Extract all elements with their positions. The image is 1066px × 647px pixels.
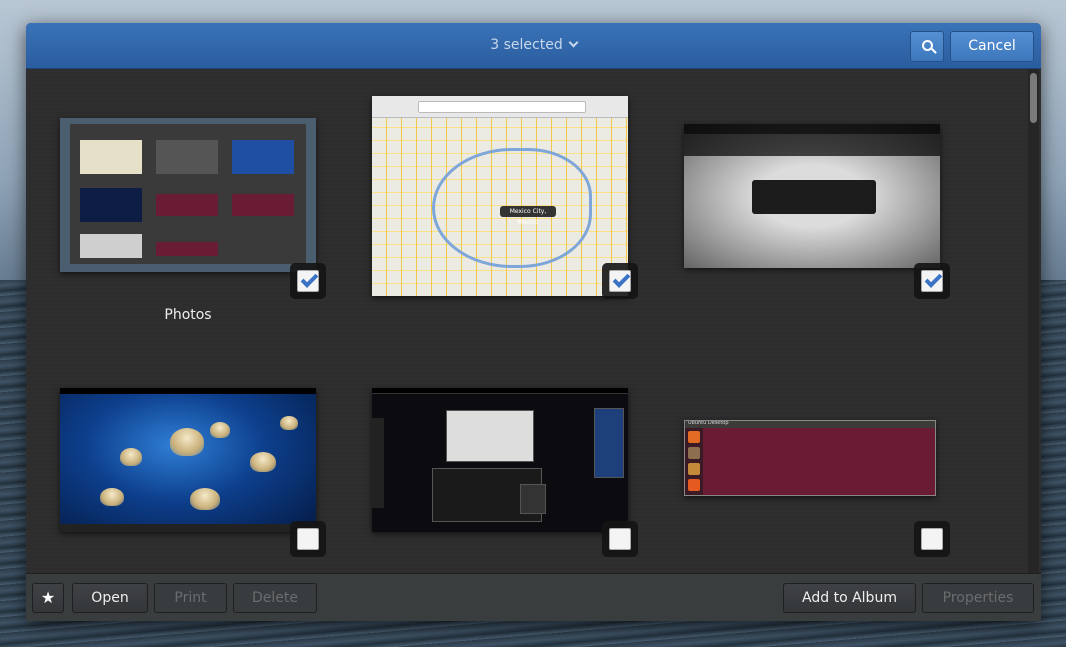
cancel-button[interactable]: Cancel [950,31,1034,62]
preview-tile [232,194,294,216]
checkmark-icon [612,270,631,288]
properties-button[interactable]: Properties [922,583,1034,613]
select-checkbox[interactable] [290,521,326,557]
extensions-screenshot-thumbnail[interactable] [684,124,940,268]
preview-tile [80,188,142,222]
collection-label: Photos [164,307,212,323]
preview-tile [80,234,142,258]
delete-button[interactable]: Delete [233,583,317,613]
selection-menu-button[interactable]: 3 selected [26,37,1041,53]
select-checkbox[interactable] [914,521,950,557]
print-button[interactable]: Print [154,583,227,613]
ubuntu-desktop-thumbnail[interactable]: Ubuntu Desktop [684,420,936,496]
scrollbar-thumb[interactable] [1030,73,1037,123]
header-bar: 3 selected Cancel [26,23,1041,69]
select-checkbox[interactable] [602,263,638,299]
star-icon: ★ [40,588,56,607]
collection-preview [70,124,306,264]
select-checkbox[interactable] [290,263,326,299]
favorite-button[interactable]: ★ [32,583,64,613]
preview-tile [156,242,218,256]
add-to-album-button[interactable]: Add to Album [783,583,916,613]
photos-dialog: 3 selected Cancel Photos Mexico City, Me… [26,23,1041,621]
search-button[interactable] [910,31,944,62]
preview-tile [156,194,218,216]
map-toolbar [372,96,628,118]
collection-thumbnail[interactable] [60,118,316,272]
jellyfish-desktop-thumbnail[interactable] [60,388,316,532]
photo-grid: Photos Mexico City, Mexico Ubuntu Deskto… [26,69,1041,573]
checkmark-icon [300,270,319,288]
select-checkbox[interactable] [602,521,638,557]
select-checkbox[interactable] [914,263,950,299]
map-view: Mexico City, Mexico [372,118,628,296]
vertical-scrollbar[interactable] [1028,69,1039,573]
activities-overview-thumbnail[interactable] [372,388,628,532]
selection-action-bar: ★ Open Print Delete Add to Album Propert… [26,573,1041,621]
selection-count-label: 3 selected [490,37,563,53]
map-screenshot-thumbnail[interactable]: Mexico City, Mexico [372,96,628,296]
open-button[interactable]: Open [72,583,148,613]
checkmark-icon [924,270,943,288]
preview-tile [232,140,294,174]
launcher-preview [685,428,703,495]
preview-tile [80,140,142,174]
preview-tile [156,140,218,174]
map-location-label: Mexico City, Mexico [500,206,556,226]
chevron-down-icon [568,37,579,48]
window-title: Ubuntu Desktop [688,420,729,426]
